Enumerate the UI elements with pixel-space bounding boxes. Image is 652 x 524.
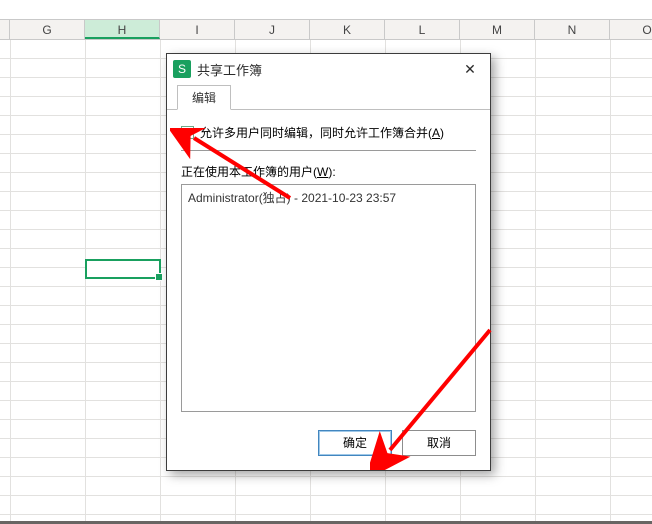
share-workbook-dialog: S 共享工作簿 ✕ 编辑 允许多用户同时编辑，同时允许工作簿合并(A) 正在使用… [166,53,491,471]
users-listbox[interactable]: Administrator(独占) - 2021-10-23 23:57 [181,184,476,412]
app-icon: S [173,60,191,78]
allow-multiuser-label: 允许多用户同时编辑，同时允许工作簿合并(A) [200,124,444,141]
column-header-N[interactable]: N [535,20,610,39]
column-header-I[interactable]: I [160,20,235,39]
close-button[interactable]: ✕ [450,54,490,84]
gridline [85,40,86,521]
column-header-O[interactable]: O [610,20,652,39]
active-cell[interactable] [85,259,161,279]
close-icon: ✕ [464,61,476,77]
gridline [610,40,611,521]
dialog-body: 允许多用户同时编辑，同时允许工作簿合并(A) 正在使用本工作簿的用户(W): A… [167,110,490,420]
column-header-M[interactable]: M [460,20,535,39]
column-header-H[interactable]: H [85,20,160,39]
allow-multiuser-row[interactable]: 允许多用户同时编辑，同时允许工作簿合并(A) [181,124,476,151]
allow-multiuser-checkbox[interactable] [181,126,194,139]
column-header-L[interactable]: L [385,20,460,39]
dialog-titlebar[interactable]: S 共享工作簿 ✕ [167,54,490,84]
ok-button[interactable]: 确定 [318,430,392,456]
top-strip [0,0,652,20]
dialog-tabs: 编辑 [167,84,490,110]
gridline [10,40,11,521]
gridline [535,40,536,521]
column-header-J[interactable]: J [235,20,310,39]
column-header-partial[interactable] [0,20,10,39]
column-header-K[interactable]: K [310,20,385,39]
dialog-footer: 确定 取消 [167,420,490,470]
dialog-title: 共享工作簿 [197,60,450,79]
users-label: 正在使用本工作簿的用户(W): [181,163,476,180]
user-entry[interactable]: Administrator(独占) - 2021-10-23 23:57 [188,189,469,206]
tab-edit[interactable]: 编辑 [177,85,231,110]
column-headers: GHIJKLMNO [0,20,652,40]
cancel-button[interactable]: 取消 [402,430,476,456]
column-header-G[interactable]: G [10,20,85,39]
